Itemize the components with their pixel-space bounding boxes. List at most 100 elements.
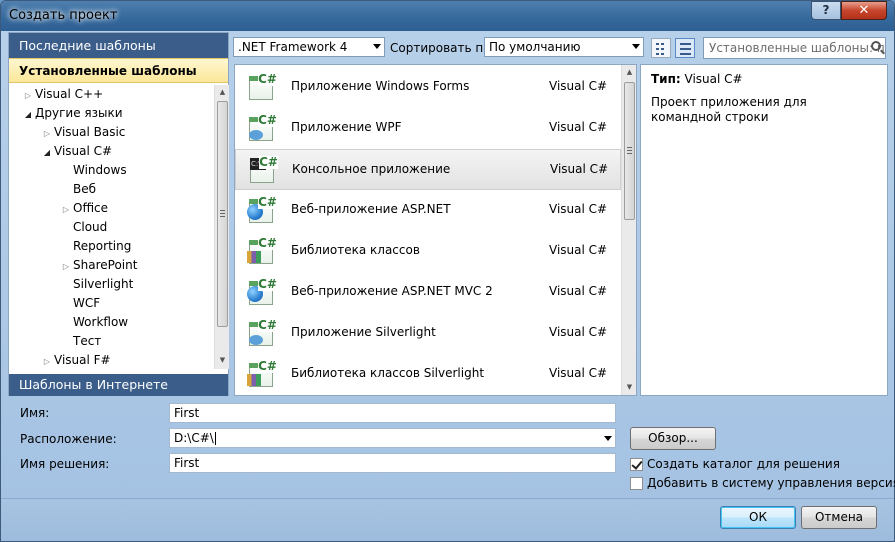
- template-list: C# Приложение Windows Forms Visual C# C# При…: [234, 64, 637, 396]
- small-icons-view-button[interactable]: [651, 38, 671, 58]
- tree-scrollbar[interactable]: ▲ ▼: [214, 85, 229, 369]
- template-language: Visual C#: [549, 120, 608, 134]
- tree-item[interactable]: Тест: [9, 332, 214, 351]
- collapsed-arrow-icon[interactable]: ▷: [21, 86, 35, 105]
- tree-scroll-thumb[interactable]: [217, 101, 228, 327]
- close-button[interactable]: ✕: [841, 1, 887, 20]
- template-item[interactable]: C# Библиотека классов Visual C#: [235, 231, 621, 272]
- expanded-arrow-icon[interactable]: ◢: [21, 105, 35, 124]
- template-name: Приложение Silverlight: [291, 325, 436, 339]
- wpf-icon: C#: [247, 114, 277, 144]
- solution-name-input[interactable]: First: [169, 453, 616, 473]
- template-item[interactable]: C# Веб-приложение ASP.NET Visual C#: [235, 190, 621, 231]
- tree-item[interactable]: Веб: [9, 180, 214, 199]
- list-view-button[interactable]: [675, 38, 695, 58]
- template-name: Веб-приложение ASP.NET MVC 2: [291, 284, 493, 298]
- tree-item[interactable]: ◢ Другие языки: [9, 104, 214, 123]
- template-description: Проект приложения для командной строки: [651, 95, 807, 124]
- add-to-source-control-label[interactable]: Добавить в систему управления версиями: [647, 476, 895, 490]
- template-item[interactable]: C# Приложение WPF Visual C#: [235, 108, 621, 149]
- template-name: Веб-приложение ASP.NET: [291, 202, 451, 216]
- location-combo[interactable]: D:\C#\: [169, 428, 616, 448]
- template-name: Приложение WPF: [291, 120, 402, 134]
- tree-item-label: Reporting: [73, 239, 132, 253]
- scroll-down-icon[interactable]: ▼: [622, 380, 636, 395]
- tree-item-label: SharePoint: [73, 258, 138, 272]
- grip-icon: [220, 210, 225, 217]
- tree-item[interactable]: ▷ Office: [9, 199, 214, 218]
- scroll-up-icon[interactable]: ▲: [215, 85, 230, 100]
- tree-item[interactable]: ▷ SharePoint: [9, 256, 214, 275]
- template-name: Библиотека классов Silverlight: [291, 366, 485, 380]
- template-categories-panel: Последние шаблоны Установленные шаблоны …: [8, 32, 229, 396]
- sort-value: По умолчанию: [489, 40, 581, 54]
- template-language: Visual C#: [549, 202, 608, 216]
- tree-item[interactable]: Silverlight: [9, 275, 214, 294]
- template-scroll-thumb[interactable]: [624, 82, 635, 220]
- scroll-up-icon[interactable]: ▲: [622, 65, 636, 80]
- tree-item-label: Visual F#: [54, 353, 111, 367]
- tree-item-label: WCF: [73, 296, 101, 310]
- tree-item[interactable]: ◢ Visual C#: [9, 142, 214, 161]
- cancel-button[interactable]: Отмена: [801, 506, 877, 529]
- search-icon[interactable]: [871, 41, 881, 51]
- aspnet-mvc-icon: C#: [247, 278, 277, 308]
- template-item[interactable]: C# Приложение Windows Forms Visual C#: [235, 67, 621, 108]
- scroll-down-icon[interactable]: ▼: [215, 353, 230, 368]
- tree-item[interactable]: ▷ Visual Basic: [9, 123, 214, 142]
- create-solution-dir-checkbox[interactable]: [630, 458, 643, 471]
- tree-item[interactable]: ▷ Visual C++: [9, 85, 214, 104]
- expanded-arrow-icon[interactable]: ◢: [40, 143, 54, 162]
- tree-item-label: Веб: [73, 182, 97, 196]
- search-placeholder: Установленные шаблоны: п: [709, 41, 885, 55]
- template-item[interactable]: C:\ C# Консольное приложение Visual C#: [235, 149, 621, 190]
- tree-item-label: Workflow: [73, 315, 129, 329]
- text-caret: [214, 432, 216, 445]
- chevron-down-icon[interactable]: [604, 436, 612, 441]
- project-name-value: First: [174, 406, 200, 420]
- silverlight-icon: C#: [247, 319, 277, 349]
- create-solution-dir-label[interactable]: Создать каталог для решения: [647, 457, 840, 471]
- type-label: Тип:: [651, 72, 681, 86]
- tree-item-label: Office: [73, 201, 109, 215]
- tree-item-label: Cloud: [73, 220, 108, 234]
- template-item[interactable]: C# Веб-приложение ASP.NET MVC 2 Visual C#: [235, 272, 621, 313]
- tree-item[interactable]: Windows: [9, 161, 214, 180]
- tree-item-label: Visual C#: [54, 144, 113, 158]
- dialog-button-bar: ОК Отмена: [1, 498, 894, 541]
- chevron-down-icon: [632, 44, 640, 49]
- sort-select[interactable]: По умолчанию: [484, 37, 644, 57]
- template-item[interactable]: C# Библиотека классов Silverlight Visual C…: [235, 354, 621, 395]
- template-list-scrollbar[interactable]: ▲ ▼: [621, 65, 636, 395]
- collapsed-arrow-icon[interactable]: ▷: [40, 124, 54, 143]
- template-item[interactable]: C# Приложение Silverlight Visual C#: [235, 313, 621, 354]
- tree-item-label: Тест: [73, 334, 102, 348]
- solution-name-label: Имя решения:: [20, 457, 110, 471]
- collapsed-arrow-icon[interactable]: ▷: [59, 200, 73, 219]
- tree-item[interactable]: Workflow: [9, 313, 214, 332]
- installed-templates-header[interactable]: Установленные шаблоны: [9, 58, 228, 83]
- chevron-down-icon: [373, 44, 381, 49]
- template-info-panel: Тип: Visual C# Проект приложения для ком…: [640, 64, 888, 396]
- add-to-source-control-checkbox[interactable]: [630, 477, 643, 490]
- tree-item-label: Visual Basic: [54, 125, 126, 139]
- browse-button[interactable]: Обзор...: [630, 427, 716, 450]
- template-language: Visual C#: [549, 243, 608, 257]
- sort-label: Сортировать по:: [390, 41, 495, 55]
- framework-select[interactable]: .NET Framework 4: [233, 37, 385, 57]
- template-tree: ▷ Visual C++ ◢ Другие языки ▷ Visual Basic ◢ Vi…: [9, 85, 214, 369]
- tree-item[interactable]: ▷ Visual F#: [9, 351, 214, 369]
- template-search-input[interactable]: Установленные шаблоны: п: [703, 37, 886, 59]
- help-button[interactable]: ?: [811, 1, 841, 20]
- online-templates-header[interactable]: Шаблоны в Интернете: [9, 374, 228, 396]
- tree-item[interactable]: Reporting: [9, 237, 214, 256]
- tree-item[interactable]: Cloud: [9, 218, 214, 237]
- project-name-input[interactable]: First: [169, 403, 616, 423]
- tree-item[interactable]: WCF: [9, 294, 214, 313]
- recent-templates-header[interactable]: Последние шаблоны: [9, 33, 228, 58]
- console-app-icon: C:\ C#: [248, 156, 278, 186]
- collapsed-arrow-icon[interactable]: ▷: [40, 352, 54, 369]
- type-value: Visual C#: [684, 72, 743, 86]
- collapsed-arrow-icon[interactable]: ▷: [59, 257, 73, 276]
- ok-button[interactable]: ОК: [720, 506, 796, 529]
